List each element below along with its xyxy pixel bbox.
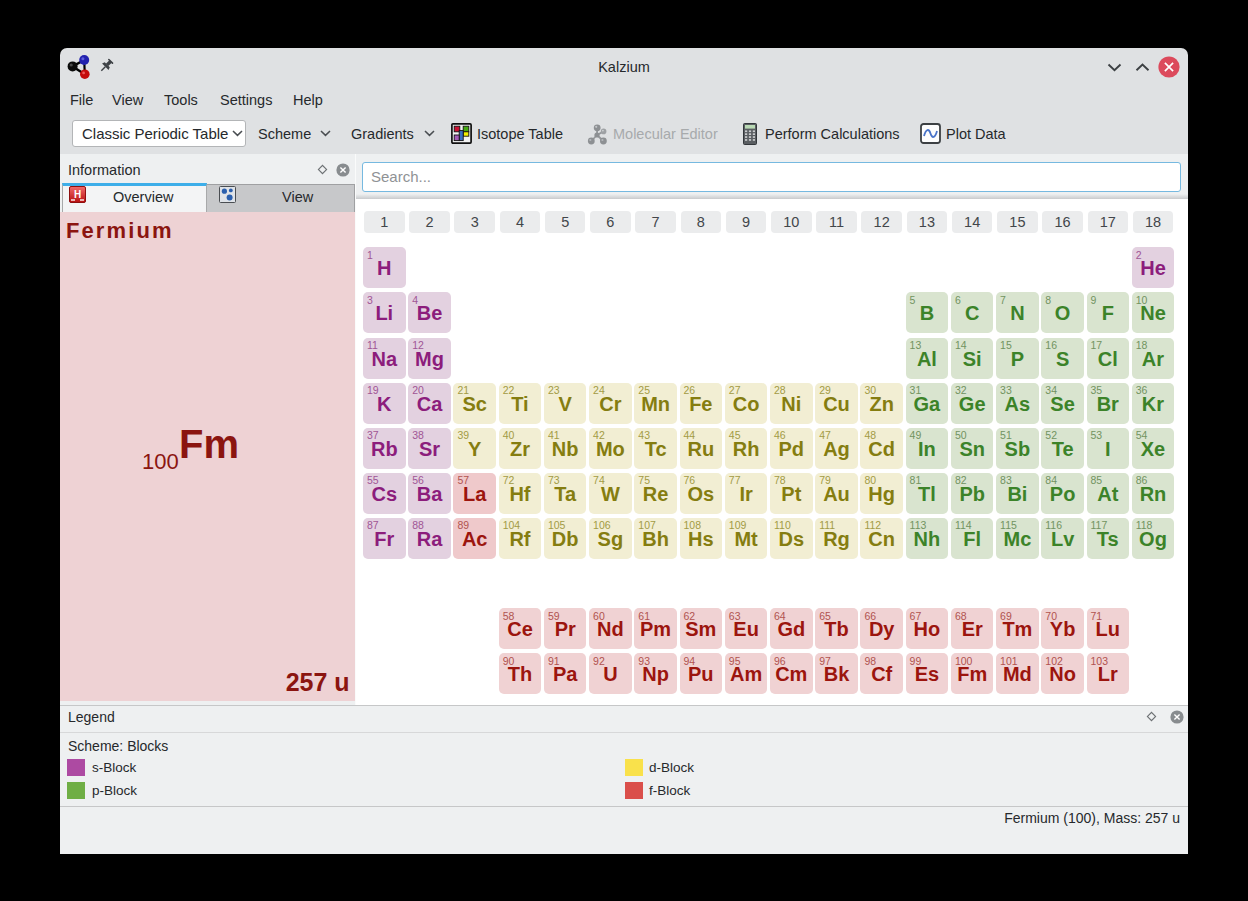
- svg-text:H: H: [74, 189, 81, 200]
